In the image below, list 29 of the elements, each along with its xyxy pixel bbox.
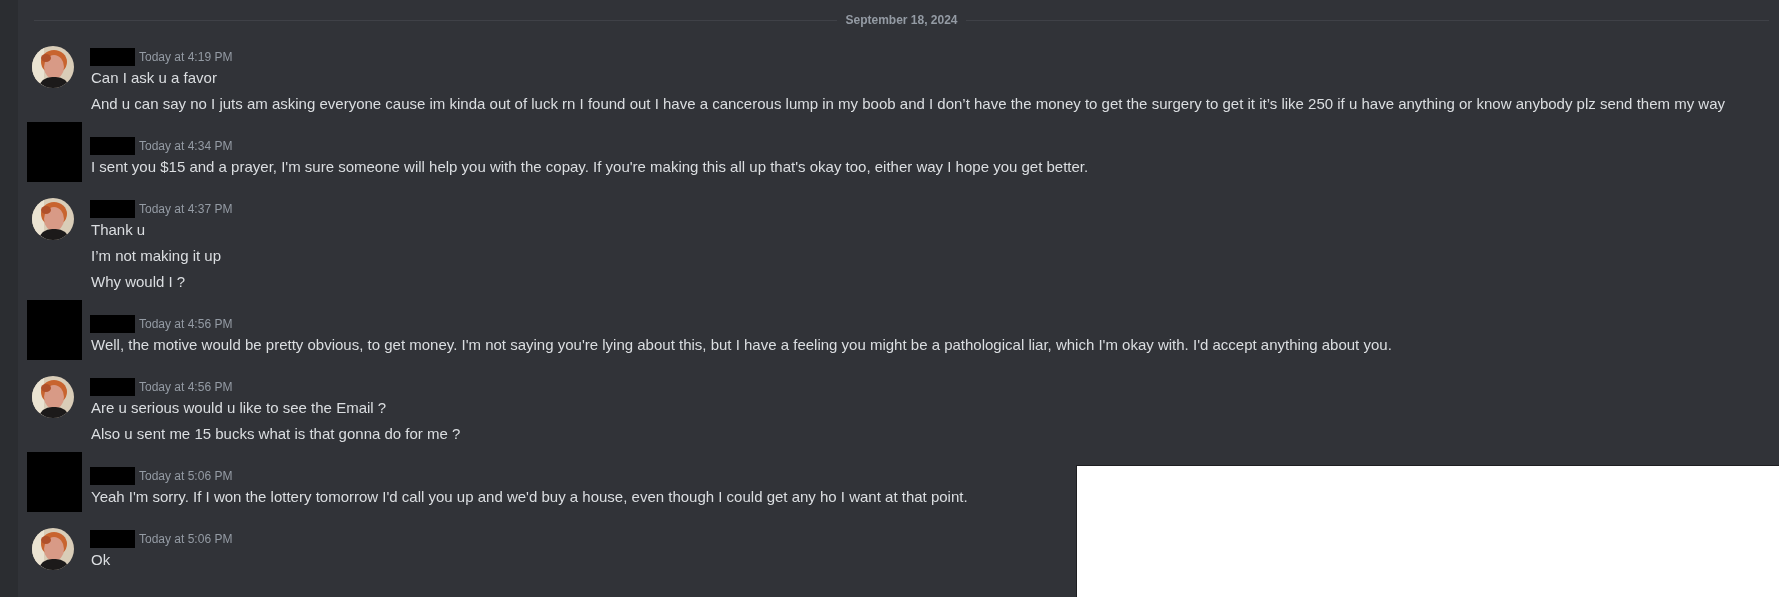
message-text: I sent you $15 and a prayer, I'm sure someone will help you with the copay. If you're making this all up that's okay too, either way I hope you get better. <box>90 157 1089 177</box>
message-timestamp: Today at 4:37 PM <box>139 202 233 216</box>
redacted-avatar <box>27 122 82 182</box>
redacted-avatar <box>27 300 82 360</box>
message-timestamp: Today at 4:56 PM <box>139 317 233 331</box>
message-timestamp: Today at 4:19 PM <box>139 50 233 64</box>
message-text: I’m not making it up <box>90 246 223 266</box>
redacted-name <box>90 48 135 66</box>
message-text: Yeah I'm sorry. If I won the lottery tomorrow I'd call you up and we'd buy a house, even though I could get any ho I want at that point. <box>90 487 968 507</box>
message-text: Thank u <box>90 220 147 240</box>
message-timestamp: Today at 5:06 PM <box>139 469 233 483</box>
message-timestamp: Today at 4:56 PM <box>139 380 233 394</box>
message-text: Well, the motive would be pretty obvious, to get money. I'm not saying you're lying about this, but I have a feeling you might be a pathological liar, which I'm okay with. I'd accept anything about you. <box>90 335 1392 355</box>
message-timestamp: Today at 4:34 PM <box>139 139 233 153</box>
message-text: Are u serious would u like to see the Email ? <box>90 398 388 418</box>
redacted-avatar <box>27 452 82 512</box>
message-text: Also u sent me 15 bucks what is that gonna do for me ? <box>90 424 461 444</box>
redacted-name <box>90 200 135 218</box>
message-text: And u can say no I juts am asking everyone cause im kinda out of luck rn I found out I have a cancerous lump in my boob and I don’t have the money to get the surgery to get it it’s like 250 if u have anything or know anybody plz send them my way <box>90 94 1725 114</box>
message-text: Can I ask u a favor <box>90 68 218 88</box>
message-text: Why would I ? <box>90 272 187 292</box>
redacted-name <box>90 315 135 333</box>
redacted-name <box>90 530 135 548</box>
redacted-name <box>90 467 135 485</box>
message-timestamp: Today at 5:06 PM <box>139 532 233 546</box>
redacted-name <box>90 378 135 396</box>
date-divider: September 18, 2024 <box>845 13 958 27</box>
message-text: Ok <box>90 550 112 570</box>
redacted-name <box>90 137 135 155</box>
